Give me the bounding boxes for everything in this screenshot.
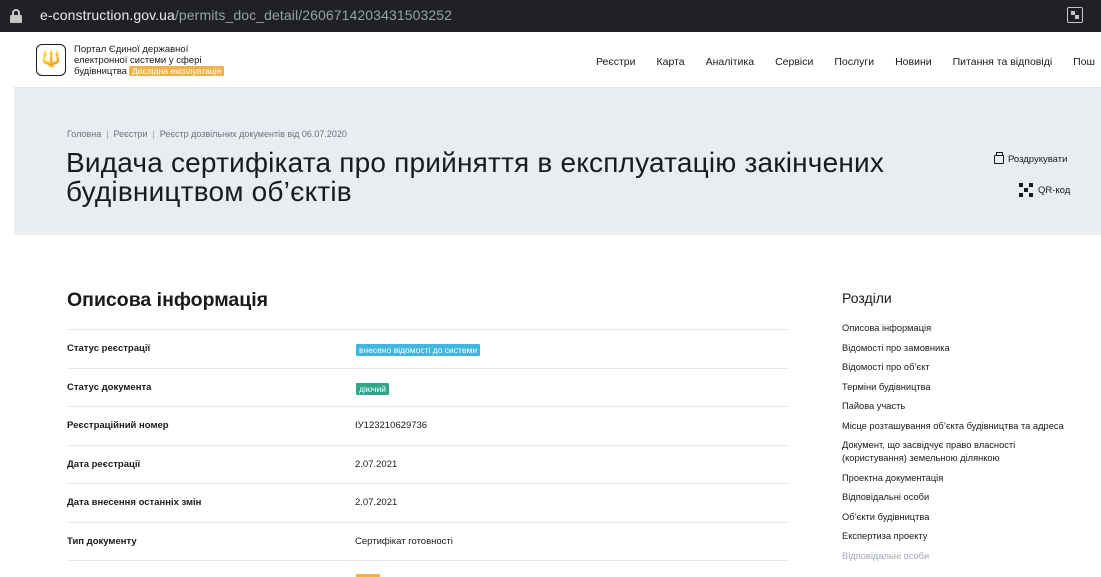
- logo-line-3: будівництва Дослідна експлуатація: [74, 66, 244, 77]
- table-row: [67, 560, 789, 577]
- lock-icon[interactable]: [10, 9, 22, 23]
- section-link[interactable]: Відомості про об’єкт: [842, 361, 1082, 374]
- row-label: Дата реєстрації: [67, 458, 141, 470]
- row-label: Реєстраційний номер: [67, 420, 169, 431]
- nav-item-services[interactable]: Сервіси: [775, 56, 813, 68]
- table-row: Тип документу Сертифікат готовності: [67, 521, 789, 561]
- sections-list: Описова інформація Відомості про замовни…: [842, 322, 1082, 569]
- row-label: Статус документа: [67, 381, 152, 393]
- section-link[interactable]: Відомості про замовника: [842, 342, 1082, 355]
- section-link[interactable]: Місце розташування об’єкта будівництва т…: [842, 420, 1082, 433]
- portal-logo-text[interactable]: Портал Єдиної державної електронної сист…: [74, 44, 244, 77]
- section-link[interactable]: Пайова участь: [842, 400, 1082, 413]
- nav-item-registries[interactable]: Реєстри: [596, 56, 636, 68]
- row-value: Сертифікат готовності: [355, 535, 453, 547]
- section-link[interactable]: Терміни будівництва: [842, 381, 1082, 394]
- row-label: Статус реєстрації: [67, 343, 151, 354]
- row-value: 2.07.2021: [355, 497, 398, 508]
- nav-item-map[interactable]: Карта: [657, 56, 685, 68]
- nav-item-faq[interactable]: Питання та відповіді: [953, 56, 1053, 68]
- url-host: e-construction.gov.ua: [40, 7, 175, 23]
- qr-code-icon: [1019, 183, 1033, 197]
- section-link[interactable]: Відповідальні особи: [842, 550, 1082, 563]
- section-link[interactable]: Документ, що засвідчує право власності (…: [842, 439, 1082, 465]
- section-link[interactable]: Описова інформація: [842, 322, 1082, 335]
- logo-line-1: Портал Єдиної державної: [74, 44, 189, 55]
- page-hero: Головна | Реєстри | Реєстр дозвільних докуме…: [14, 88, 1101, 235]
- qr-code-label: QR-код: [1038, 184, 1071, 196]
- browser-address-bar[interactable]: e-construction.gov.ua/permits_doc_detail…: [0, 0, 1101, 32]
- url-path: /permits_doc_detail/2606714203431503252: [174, 7, 453, 23]
- nav-item-offerings[interactable]: Послуги: [834, 56, 874, 68]
- breadcrumb: Головна | Реєстри | Реєстр дозвільних докуме…: [67, 129, 347, 139]
- main-nav: Реєстри Карта Аналітика Сервіси Послуги …: [596, 56, 1101, 68]
- row-label: Дата внесення останніх змін: [67, 497, 202, 508]
- row-label: Тип документу: [67, 535, 137, 547]
- table-row: Статус документа діючий: [67, 367, 789, 407]
- trident-logo-icon[interactable]: 🔱: [36, 44, 66, 76]
- breadcrumb-current[interactable]: Реєстр дозвільних документів від 06.07.2…: [160, 129, 347, 139]
- table-row: Дата внесення останніх змін 2.07.2021: [67, 483, 789, 522]
- site-header: 🔱 Портал Єдиної державної електронної си…: [14, 32, 1101, 88]
- breadcrumb-separator: |: [106, 129, 109, 139]
- table-row: Статус реєстрації внесено відомості до с…: [67, 329, 789, 368]
- section-link[interactable]: Об’єкти будівництва: [842, 511, 1082, 524]
- sections-title: Розділи: [842, 290, 892, 306]
- breadcrumb-home[interactable]: Головна: [67, 129, 101, 139]
- qr-code-icon[interactable]: [1067, 7, 1083, 23]
- row-value: 2.07.2021: [355, 458, 398, 470]
- section-link[interactable]: Експертиза проекту: [842, 530, 1082, 543]
- nav-item-analytics[interactable]: Аналітика: [706, 56, 754, 68]
- info-table: Статус реєстрації внесено відомості до с…: [67, 329, 789, 577]
- section-link[interactable]: Проектна документація: [842, 472, 1082, 485]
- printer-icon: [994, 152, 1004, 164]
- row-value: ІУ123210629736: [355, 420, 428, 431]
- print-button[interactable]: Роздрукувати: [994, 152, 1068, 165]
- nav-item-search[interactable]: Пош: [1073, 56, 1095, 68]
- nav-item-news[interactable]: Новини: [895, 56, 932, 68]
- table-row: Дата реєстрації 2.07.2021: [67, 444, 789, 484]
- left-edge: [0, 32, 14, 577]
- breadcrumb-registries[interactable]: Реєстри: [114, 129, 148, 139]
- url-text[interactable]: e-construction.gov.ua/permits_doc_detail…: [40, 7, 452, 23]
- logo-line-2: електронної системи у сфері: [74, 55, 202, 66]
- qr-code-button[interactable]: QR-код: [1019, 183, 1070, 197]
- status-badge: діючий: [356, 382, 389, 395]
- section-link[interactable]: Відповідальні особи: [842, 491, 1082, 504]
- print-label: Роздрукувати: [1008, 154, 1068, 165]
- logo-line-3-text: будівництва: [74, 66, 127, 77]
- status-badge: внесено відомості до системи: [356, 344, 481, 356]
- table-row: Реєстраційний номер ІУ123210629736: [67, 406, 789, 445]
- trial-badge: Дослідна експлуатація: [128, 66, 225, 76]
- page-title: Видача сертифіката про прийняття в експл…: [66, 147, 885, 207]
- section-title: Описова інформація: [67, 289, 269, 311]
- breadcrumb-separator: |: [152, 129, 155, 139]
